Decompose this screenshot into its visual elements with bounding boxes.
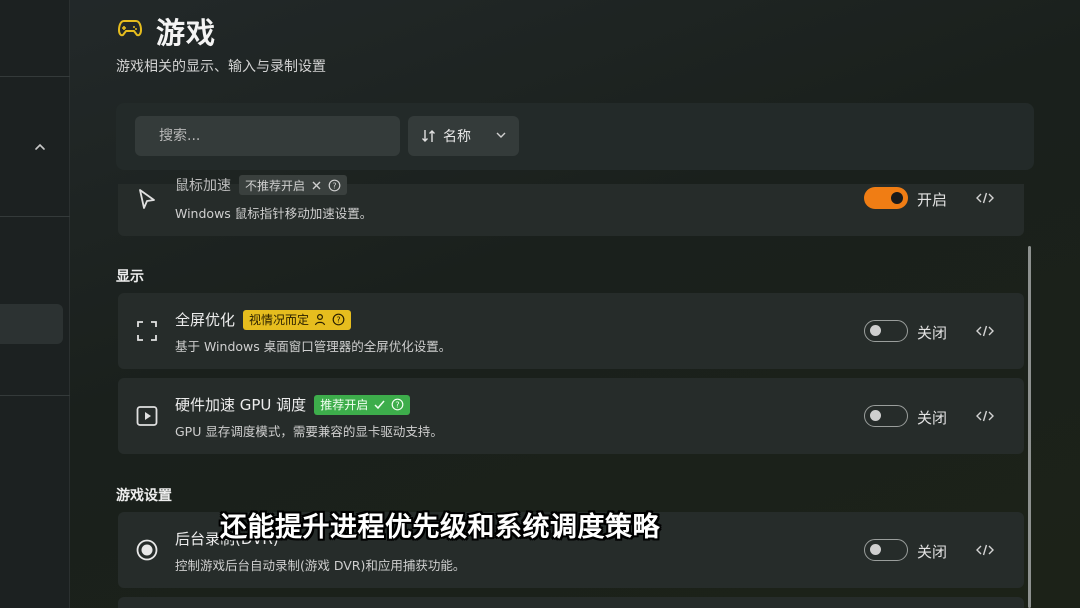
fullscreen-icon <box>137 321 157 341</box>
sort-icon <box>422 130 435 142</box>
setting-card-next <box>118 597 1024 608</box>
sort-dropdown[interactable]: 名称 <box>408 116 519 156</box>
section-heading-display: 显示 <box>116 269 144 285</box>
record-icon <box>136 539 158 561</box>
setting-description: GPU 显存调度模式，需要兼容的显卡驱动支持。 <box>175 424 443 439</box>
toggle-state-label: 关闭 <box>917 409 948 427</box>
setting-title: 硬件加速 GPU 调度 推荐开启 ? <box>175 394 411 415</box>
toggle-state-label: 关闭 <box>917 543 948 561</box>
help-icon[interactable]: ? <box>391 398 404 411</box>
page-title: 游戏 <box>156 16 217 50</box>
setting-description: 控制游戏后台自动录制(游戏 DVR)和应用捕获功能。 <box>175 558 466 573</box>
toggle-state-label: 关闭 <box>917 324 948 342</box>
status-badge: 不推荐开启 ? <box>239 175 348 195</box>
gpu-scheduling-toggle[interactable] <box>864 405 908 427</box>
chevron-down-icon <box>496 132 506 138</box>
sort-label: 名称 <box>443 129 471 145</box>
gamepad-icon <box>118 20 142 37</box>
setting-card-fullscreen-optimization: 全屏优化 视情况而定 ? 基于 Windows 桌面窗口管理器的全屏优化设置。 … <box>118 293 1024 369</box>
code-icon[interactable] <box>976 409 994 423</box>
toggle-state-label: 开启 <box>917 191 948 209</box>
sidebar-divider <box>0 216 70 217</box>
close-icon <box>312 181 321 189</box>
setting-card-mouse-acceleration: 鼠标加速 不推荐开启 ? Windows 鼠标指针移动加速设置。 开启 <box>118 175 1024 236</box>
person-icon <box>314 313 326 326</box>
scrollbar[interactable] <box>1028 246 1031 608</box>
search-input[interactable] <box>135 116 400 156</box>
sidebar-divider <box>0 76 70 77</box>
mouse-acceleration-toggle[interactable] <box>864 187 908 209</box>
svg-text:?: ? <box>332 181 336 190</box>
sidebar-item-selected[interactable] <box>0 304 63 344</box>
toolbar: 名称 <box>116 103 1034 170</box>
help-icon[interactable]: ? <box>328 179 341 192</box>
code-icon[interactable] <box>976 543 994 557</box>
cursor-icon <box>139 189 155 209</box>
status-badge: 推荐开启 ? <box>314 394 411 415</box>
check-icon <box>374 400 385 410</box>
help-icon[interactable]: ? <box>332 313 345 326</box>
chevron-up-icon[interactable] <box>33 140 47 154</box>
setting-title: 鼠标加速 不推荐开启 ? <box>175 175 348 195</box>
code-icon[interactable] <box>976 191 994 205</box>
play-box-icon <box>136 406 158 426</box>
sidebar-divider <box>0 395 70 396</box>
svg-text:?: ? <box>336 315 340 324</box>
page-subtitle: 游戏相关的显示、输入与录制设置 <box>116 59 326 75</box>
sidebar <box>0 0 70 608</box>
video-caption: 还能提升进程优先级和系统调度策略 <box>220 512 660 543</box>
code-icon[interactable] <box>976 324 994 338</box>
setting-description: 基于 Windows 桌面窗口管理器的全屏优化设置。 <box>175 339 452 354</box>
svg-text:?: ? <box>396 400 400 409</box>
setting-card-gpu-scheduling: 硬件加速 GPU 调度 推荐开启 ? GPU 显存调度模式，需要兼容的显卡驱动支… <box>118 378 1024 454</box>
fullscreen-optimization-toggle[interactable] <box>864 320 908 342</box>
status-badge: 视情况而定 ? <box>243 309 352 330</box>
setting-title: 全屏优化 视情况而定 ? <box>175 309 352 330</box>
section-heading-game-settings: 游戏设置 <box>116 488 172 504</box>
background-recording-toggle[interactable] <box>864 539 908 561</box>
setting-description: Windows 鼠标指针移动加速设置。 <box>175 206 373 221</box>
